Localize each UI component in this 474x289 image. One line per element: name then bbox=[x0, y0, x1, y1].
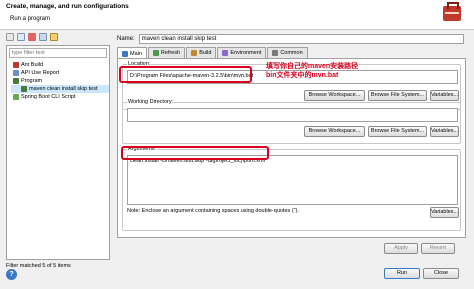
dialog-title: Create, manage, and run configurations bbox=[6, 3, 129, 10]
arguments-highlight-box bbox=[121, 146, 269, 160]
arguments-input[interactable]: clean install -Dmaven.test.skip -f${proj… bbox=[127, 155, 458, 205]
tab-label: Environment bbox=[230, 50, 262, 56]
location-highlight-box bbox=[119, 66, 252, 83]
main-icon bbox=[122, 50, 128, 57]
name-row: Name: maven clean install skip test bbox=[117, 34, 464, 44]
ant-icon bbox=[13, 62, 19, 68]
dialog-subtitle: Run a program bbox=[10, 16, 51, 22]
close-button[interactable]: Close bbox=[423, 268, 459, 279]
tab-environment[interactable]: Environment bbox=[217, 47, 267, 58]
tree-item[interactable]: API Use Report bbox=[11, 69, 109, 77]
program-icon bbox=[21, 86, 27, 92]
tree-item[interactable]: Ant Build bbox=[11, 61, 109, 69]
tree-item-label: API Use Report bbox=[21, 70, 60, 76]
working-dir-browse-workspace-button[interactable]: Browse Workspace... bbox=[304, 126, 365, 137]
location-browse-workspace-button[interactable]: Browse Workspace... bbox=[304, 90, 365, 101]
tree-item-label: maven clean install skip test bbox=[29, 86, 98, 92]
config-tree-pane: Ant Build API Use Report Program maven clea… bbox=[6, 45, 110, 260]
working-dir-group: Working Directory: Browse Workspace... B… bbox=[122, 99, 461, 144]
run-button[interactable]: Run bbox=[384, 268, 420, 279]
program-icon bbox=[13, 78, 19, 84]
apply-button[interactable]: Apply bbox=[384, 243, 418, 254]
config-toolbar bbox=[6, 33, 58, 43]
working-dir-input[interactable] bbox=[127, 108, 458, 122]
toolbox-icon bbox=[443, 2, 461, 21]
tree-item[interactable]: maven clean install skip test bbox=[11, 85, 109, 93]
filter-icon[interactable] bbox=[50, 33, 58, 41]
tab-label: Main bbox=[130, 50, 142, 57]
dialog-footer: ? Run Close bbox=[0, 262, 474, 289]
new-config-icon[interactable] bbox=[6, 33, 14, 41]
build-icon bbox=[191, 50, 198, 56]
name-label: Name: bbox=[117, 36, 135, 42]
spring-icon bbox=[13, 94, 19, 100]
duplicate-config-icon[interactable] bbox=[17, 33, 25, 41]
annotation-line-2: bin文件夹中的mvn.bat bbox=[266, 72, 339, 79]
name-input[interactable]: maven clean install skip test bbox=[138, 34, 464, 44]
tab-label: Refresh bbox=[160, 50, 181, 56]
collapse-all-icon[interactable] bbox=[39, 33, 47, 41]
annotation-text: 填写你自己的maven安装路径 bin文件夹中的mvn.bat bbox=[266, 62, 358, 80]
refresh-icon bbox=[152, 50, 159, 56]
tab-label: Common bbox=[280, 50, 303, 56]
working-dir-label: Working Directory: bbox=[127, 99, 175, 105]
tab-common[interactable]: Common bbox=[267, 47, 308, 58]
tree-item-label: Program bbox=[21, 78, 43, 84]
tab-build[interactable]: Build bbox=[186, 47, 217, 58]
dialog-header: Create, manage, and run configurations R… bbox=[0, 0, 474, 30]
revert-button[interactable]: Revert bbox=[421, 243, 455, 254]
working-dir-browse-file-system-button[interactable]: Browse File System... bbox=[368, 126, 427, 137]
working-dir-variables-button[interactable]: Variables... bbox=[430, 126, 459, 137]
environment-icon bbox=[222, 50, 229, 56]
arguments-variables-button[interactable]: Variables... bbox=[430, 207, 459, 218]
location-variables-button[interactable]: Variables... bbox=[430, 90, 459, 101]
arguments-note: Note: Enclose an argument containing spa… bbox=[127, 208, 299, 214]
config-tree: Ant Build API Use Report Program maven clea… bbox=[11, 61, 109, 101]
filter-input[interactable] bbox=[9, 48, 107, 58]
common-icon bbox=[272, 50, 279, 56]
tree-item-label: Ant Build bbox=[21, 62, 44, 68]
tree-item[interactable]: Program bbox=[11, 77, 109, 85]
report-icon bbox=[13, 70, 19, 76]
tree-item[interactable]: Spring Boot CLI Script bbox=[11, 93, 109, 101]
annotation-line-1: 填写你自己的maven安装路径 bbox=[266, 63, 359, 70]
arguments-group: Arguments: clean install -Dmaven.test.sk… bbox=[122, 146, 461, 231]
tab-label: Build bbox=[199, 50, 212, 56]
delete-config-icon[interactable] bbox=[28, 33, 36, 41]
help-icon[interactable]: ? bbox=[6, 269, 17, 280]
tree-item-label: Spring Boot CLI Script bbox=[21, 94, 76, 100]
tab-refresh[interactable]: Refresh bbox=[147, 47, 186, 58]
location-browse-file-system-button[interactable]: Browse File System... bbox=[368, 90, 427, 101]
